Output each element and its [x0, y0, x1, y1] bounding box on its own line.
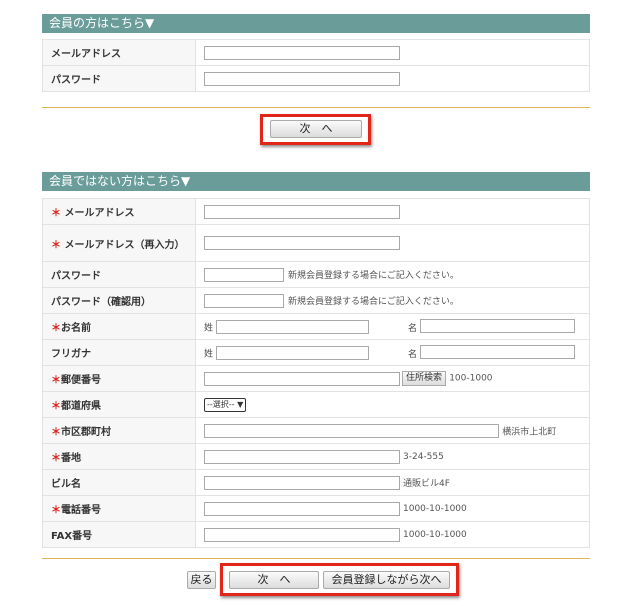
separator [42, 107, 590, 108]
email-label-text: メールアドレス [64, 208, 135, 219]
fax-label: FAX番号 [42, 521, 196, 548]
postal-label: ＊郵便番号 [42, 365, 196, 392]
kana-label: フリガナ [42, 339, 196, 366]
next-button[interactable]: 次 へ [229, 571, 319, 589]
pref-select-value: --選択-- [207, 399, 235, 409]
required-mark: ＊ [51, 453, 61, 464]
pref-label-text: 都道府県 [61, 401, 101, 412]
pref-label: ＊都道府県 [42, 391, 196, 418]
required-mark: ＊ [51, 427, 61, 438]
member-password-input[interactable] [204, 71, 400, 86]
fax-input[interactable] [204, 527, 400, 542]
tel-label-text: 電話番号 [61, 505, 101, 516]
address-input[interactable] [204, 449, 400, 464]
tel-input[interactable] [204, 501, 400, 516]
password-note: 新規会員登録する場合にご記入ください。 [288, 271, 459, 281]
required-mark: ＊ [51, 323, 61, 334]
postal-label-text: 郵便番号 [61, 375, 101, 386]
postal-input[interactable] [204, 371, 400, 386]
kana-mei-input[interactable] [420, 345, 575, 359]
member-next-button[interactable]: 次 へ [270, 120, 362, 138]
email-label: ＊ メールアドレス [42, 198, 196, 225]
sei-prefix: 姓 [204, 323, 214, 333]
kana-sei-input[interactable] [216, 345, 370, 360]
address-hint: 3-24-555 [403, 451, 444, 462]
member-email-label: メールアドレス [42, 39, 196, 66]
city-label: ＊市区郡町村 [42, 417, 196, 444]
city-hint: 横浜市上北町 [502, 427, 557, 437]
email-confirm-label: ＊ メールアドレス（再入力） [42, 224, 196, 262]
city-input[interactable] [204, 423, 499, 438]
address-search-button[interactable]: 住所検索 [402, 371, 447, 386]
mei-input[interactable] [420, 319, 575, 333]
kana-sei-prefix: 姓 [204, 349, 214, 359]
member-login-form: メールアドレス パスワード [42, 39, 590, 92]
member-password-label: パスワード [42, 65, 196, 92]
email-input[interactable] [204, 204, 400, 219]
password-confirm-label: パスワード（確認用） [42, 287, 196, 314]
nonmember-form: ＊ メールアドレス ＊ メールアドレス（再入力） パスワード 新規会員登録する場… [42, 198, 590, 548]
required-mark: ＊ [51, 239, 61, 251]
separator [42, 558, 590, 559]
required-mark: ＊ [51, 505, 61, 516]
mei-prefix: 名 [408, 324, 418, 334]
name-label: ＊お名前 [42, 313, 196, 340]
member-section-header: 会員の方はこちら▼ [42, 14, 590, 33]
required-mark: ＊ [51, 208, 61, 219]
city-label-text: 市区郡町村 [61, 427, 111, 438]
tel-hint: 1000-10-1000 [403, 503, 467, 514]
required-mark: ＊ [51, 401, 61, 412]
password-label: パスワード [42, 261, 196, 288]
name-label-text: お名前 [61, 323, 91, 334]
password-confirm-input[interactable] [204, 293, 284, 308]
kana-mei-prefix: 名 [408, 350, 418, 360]
tel-label: ＊電話番号 [42, 495, 196, 522]
back-button[interactable]: 戻る [187, 571, 216, 589]
password-input[interactable] [204, 267, 284, 282]
nonmember-section-header: 会員ではない方はこちら▼ [42, 172, 590, 191]
password-confirm-note: 新規会員登録する場合にご記入ください。 [288, 297, 459, 307]
address-label: ＊番地 [42, 443, 196, 470]
email-confirm-input[interactable] [204, 236, 400, 250]
email-confirm-label-text: メールアドレス（再入力） [64, 239, 185, 251]
chevron-down-icon: ▼ [237, 399, 244, 409]
building-input[interactable] [204, 475, 400, 490]
pref-select[interactable]: --選択-- ▼ [204, 397, 247, 412]
register-and-next-button[interactable]: 会員登録しながら次へ [323, 571, 450, 589]
address-label-text: 番地 [61, 453, 81, 464]
building-label: ビル名 [42, 469, 196, 496]
member-email-input[interactable] [204, 45, 400, 60]
fax-hint: 1000-10-1000 [403, 529, 467, 540]
required-mark: ＊ [51, 375, 61, 386]
postal-hint: 100-1000 [449, 373, 493, 384]
building-hint: 通販ビル4F [403, 479, 450, 489]
sei-input[interactable] [216, 319, 370, 334]
